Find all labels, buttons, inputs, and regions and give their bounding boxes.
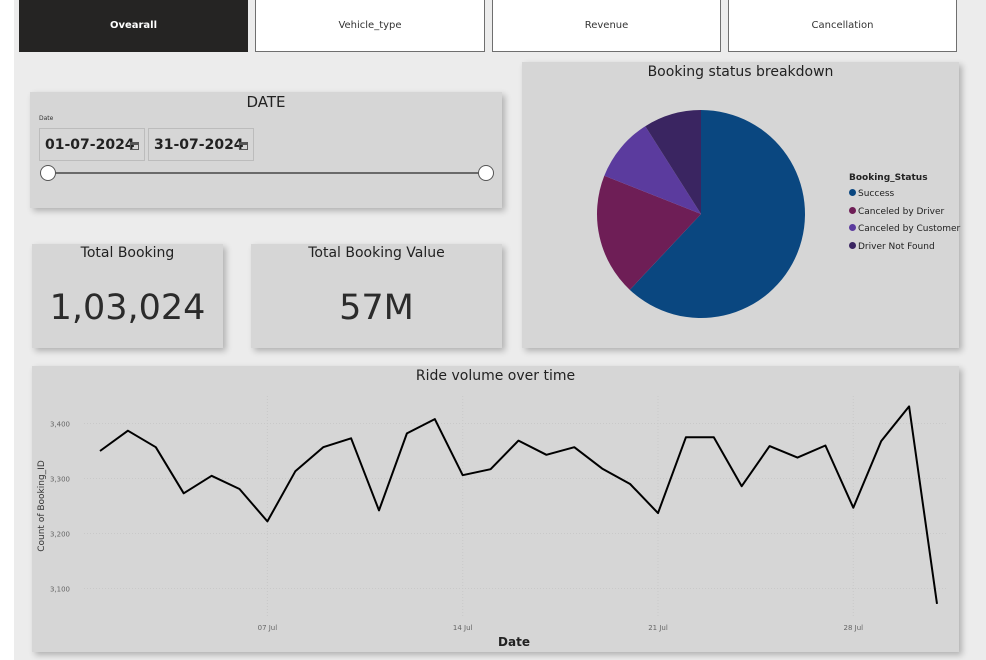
data-point[interactable] [767,443,773,449]
legend-label: Success [858,189,895,199]
data-point[interactable] [571,444,577,450]
legend-item-driver-not-found[interactable]: Driver Not Found [849,242,935,252]
legend-label: Canceled by Customer [858,224,961,234]
y-tick-label: 3,200 [50,531,70,539]
end-date-value: 31-07-2024 [154,136,244,153]
legend-label: Canceled by Driver [858,207,945,217]
total-booking-value-amount: 57M [339,288,414,328]
legend-item-canceled-by-driver[interactable]: Canceled by Driver [849,207,944,217]
data-point[interactable] [237,486,243,492]
data-point[interactable] [655,510,661,516]
start-date-value: 01-07-2024 [45,136,135,153]
start-date-input[interactable]: 01-07-2024 [39,128,145,161]
total-booking-value: 1,03,024 [49,288,206,328]
y-tick-label: 3,100 [50,586,70,594]
legend-dot [849,207,856,214]
tab-overall[interactable]: Ovearall [19,0,248,52]
calendar-icon[interactable] [239,142,248,150]
data-point[interactable] [97,448,103,454]
tab-vehicle-type[interactable]: Vehicle_type [255,0,485,52]
x-axis-label: Date [498,635,530,649]
dashboard-canvas: Ovearall Vehicle_type Revenue Cancellati… [14,0,986,660]
data-point[interactable] [934,601,940,607]
data-point[interactable] [181,490,187,496]
legend-item-canceled-by-customer[interactable]: Canceled by Customer [849,224,960,234]
data-point[interactable] [516,438,522,444]
legend-label: Driver Not Found [858,242,935,252]
data-point[interactable] [739,483,745,489]
ride-volume-card: Ride volume over time 3,100 3,200 3,300 3,4… [32,366,959,652]
data-point[interactable] [711,434,717,440]
date-slider-end-handle[interactable] [478,165,494,181]
ride-volume-line-chart: 3,100 3,200 3,300 3,400 07 Jul 14 Jul 21 Jul 28… [37,396,947,649]
data-point[interactable] [209,473,215,479]
legend-dot [849,224,856,231]
data-point[interactable] [376,507,382,513]
date-slider-start-handle[interactable] [40,165,56,181]
total-booking-label: Total Booking [80,245,175,261]
calendar-icon[interactable] [130,142,139,150]
x-tick-label: 28 Jul [844,624,864,632]
end-date-input[interactable]: 31-07-2024 [148,128,254,161]
data-point[interactable] [543,452,549,458]
legend-dot [849,189,856,196]
data-point[interactable] [850,505,856,511]
data-point[interactable] [822,443,828,449]
y-tick-label: 3,300 [50,476,70,484]
x-tick-label: 07 Jul [258,624,278,632]
tab-cancellation[interactable]: Cancellation [728,0,957,52]
data-point[interactable] [404,430,410,436]
data-point[interactable] [320,444,326,450]
y-axis-label: Count of Booking_ID [37,460,47,552]
data-point[interactable] [878,438,884,444]
date-slicer: DATE Date 01-07-2024 31-07-2024 [30,92,502,208]
total-booking-card: Total Booking 1,03,024 [32,244,223,348]
pie-legend-title: Booking_Status [849,173,928,183]
y-tick-label: 3,400 [50,421,70,429]
data-point[interactable] [906,403,912,409]
data-point[interactable] [348,435,354,441]
data-point[interactable] [292,468,298,474]
data-point[interactable] [460,472,466,478]
data-point[interactable] [599,466,605,472]
data-point[interactable] [488,466,494,472]
data-point[interactable] [627,481,633,487]
data-point[interactable] [125,428,131,434]
data-point[interactable] [683,434,689,440]
tab-revenue[interactable]: Revenue [492,0,721,52]
date-slicer-title: DATE [246,93,286,111]
total-booking-value-card: Total Booking Value 57M [251,244,502,348]
data-point[interactable] [264,518,270,524]
legend-dot [849,242,856,249]
data-point[interactable] [153,444,159,450]
x-tick-label: 21 Jul [648,624,668,632]
booking-status-card: Booking status breakdown Booking_Status … [522,62,960,348]
total-booking-value-label: Total Booking Value [308,245,445,261]
legend-item-success[interactable]: Success [849,189,894,199]
data-point[interactable] [432,416,438,422]
date-field-label: Date [39,115,54,122]
ride-volume-line [99,405,938,605]
data-point[interactable] [795,455,801,461]
date-slider-track[interactable] [49,172,487,174]
x-tick-label: 14 Jul [453,624,473,632]
pie-legend: Booking_Status Success Canceled by Drive… [849,173,960,253]
